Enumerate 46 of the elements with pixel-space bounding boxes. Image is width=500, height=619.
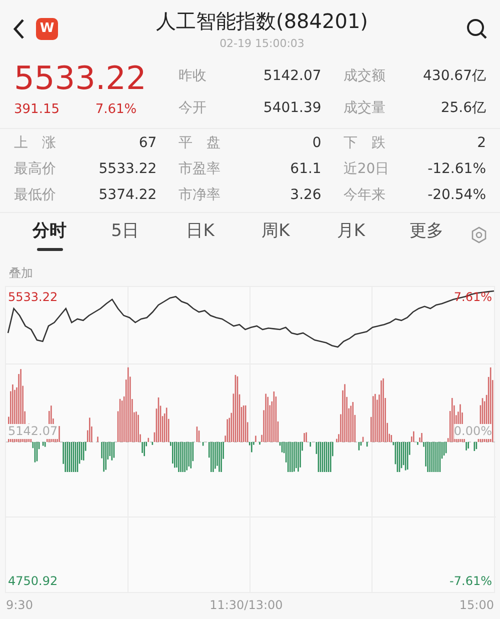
stat-label: 市盈率 bbox=[178, 160, 221, 179]
stat-label: 下 跌 bbox=[343, 134, 386, 153]
stat-label: 最低价 bbox=[14, 186, 56, 205]
chart-tab[interactable]: 分时 bbox=[12, 213, 88, 257]
chart-tab[interactable]: 更多 bbox=[388, 213, 464, 257]
stat-value: 430.67亿 bbox=[423, 66, 486, 86]
current-price: 5533.22 bbox=[14, 58, 148, 98]
axis-mid-percent: 0.00% bbox=[454, 424, 492, 439]
stat-label: 成交量 bbox=[343, 98, 386, 118]
app-logo: W bbox=[36, 18, 58, 40]
stat-value: 25.6亿 bbox=[440, 98, 486, 118]
stat-value: -12.61% bbox=[428, 160, 486, 179]
stat-value: 0 bbox=[312, 134, 322, 153]
stat-label: 平 盘 bbox=[178, 134, 221, 153]
stat-label: 今开 bbox=[178, 98, 207, 118]
stat-label: 最高价 bbox=[14, 160, 56, 179]
timestamp: 02-19 15:00:03 bbox=[220, 36, 304, 52]
stat-label: 成交额 bbox=[343, 66, 386, 86]
stat-value: -20.54% bbox=[428, 186, 486, 205]
chart-tab[interactable]: 周K bbox=[238, 213, 314, 257]
stat-value: 5401.39 bbox=[263, 98, 322, 118]
stat-label: 近20日 bbox=[343, 160, 390, 179]
price-change: 391.15 bbox=[14, 101, 60, 119]
stat-value: 61.1 bbox=[290, 160, 322, 179]
change-percent: 7.61% bbox=[95, 101, 137, 119]
stat-label: 昨收 bbox=[178, 66, 207, 86]
time-axis-label: 9:30 bbox=[6, 597, 33, 614]
axis-max-price: 5533.22 bbox=[8, 289, 58, 306]
axis-max-percent: 7.61% bbox=[454, 289, 492, 306]
chart-tab[interactable]: 日K bbox=[162, 213, 238, 257]
time-axis-label: 15:00 bbox=[459, 597, 494, 614]
chart-tab[interactable]: 5日 bbox=[87, 213, 163, 257]
stat-value: 2 bbox=[477, 134, 486, 153]
stat-label: 市净率 bbox=[178, 186, 221, 205]
stat-label: 今年来 bbox=[343, 186, 386, 205]
stat-value: 5142.07 bbox=[263, 66, 322, 86]
time-axis-label: 11:30/13:00 bbox=[210, 597, 283, 614]
stat-label: 上 涨 bbox=[14, 134, 56, 153]
stat-value: 67 bbox=[138, 134, 157, 153]
stat-value: 3.26 bbox=[290, 186, 322, 205]
stat-value: 5374.22 bbox=[98, 186, 157, 205]
axis-min-percent: -7.61% bbox=[450, 573, 492, 590]
index-title: 人工智能指数(884201) bbox=[156, 8, 368, 35]
chart-tab[interactable]: 月K bbox=[313, 213, 389, 257]
axis-min-price: 4750.92 bbox=[8, 573, 58, 590]
stat-value: 5533.22 bbox=[98, 160, 157, 179]
